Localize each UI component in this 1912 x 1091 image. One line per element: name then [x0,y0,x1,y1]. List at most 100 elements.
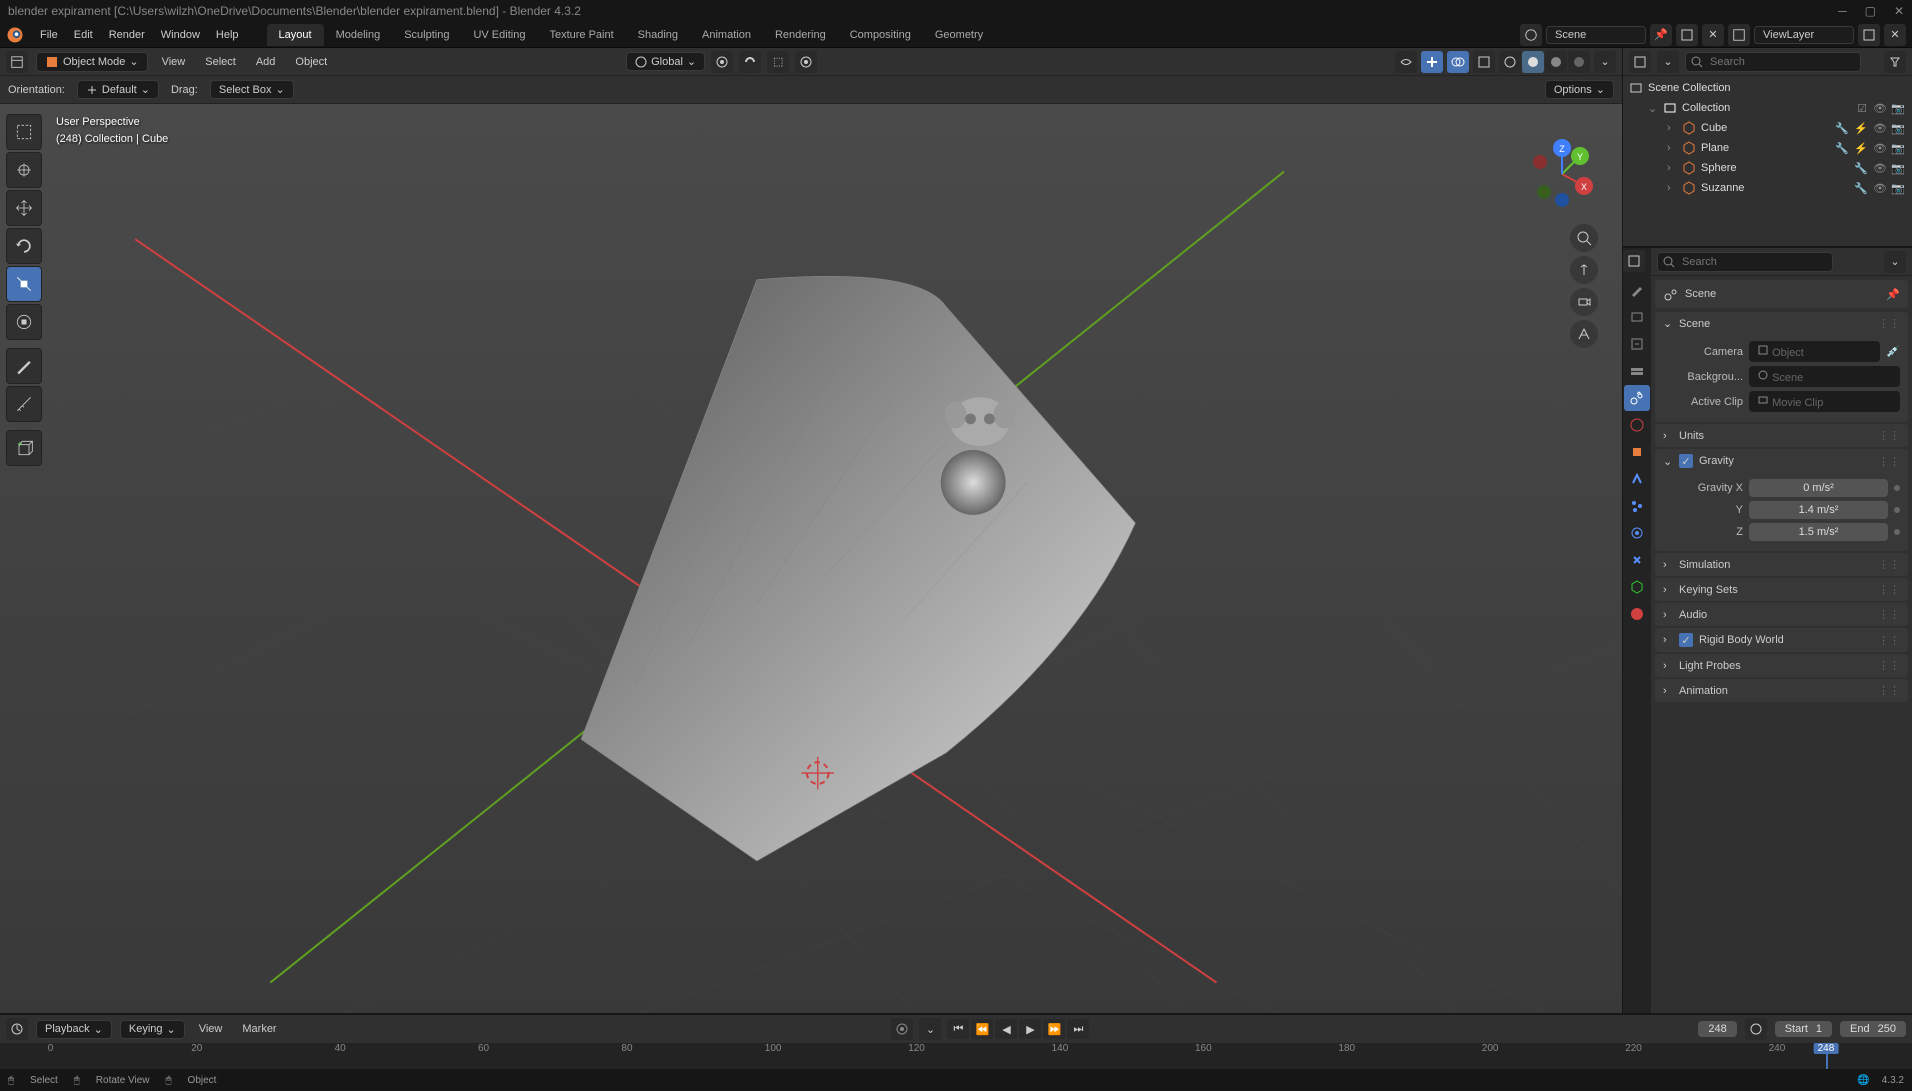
drag-handle-icon[interactable]: ⋮⋮ [1878,634,1900,647]
measure-tool[interactable] [6,386,42,422]
menu-render[interactable]: Render [101,25,153,45]
units-panel-header[interactable]: › Units ⋮⋮ [1655,424,1908,447]
options-dropdown[interactable]: Options ⌄ [1545,80,1614,99]
playback-dropdown[interactable]: Playback ⌄ [36,1020,112,1039]
drag-handle-icon[interactable]: ⋮⋮ [1878,659,1900,672]
world-tab[interactable] [1624,412,1650,438]
tab-geometry[interactable]: Geometry [923,24,995,46]
render-tab[interactable] [1624,304,1650,330]
wrench-icon[interactable]: 🔧 [1834,120,1850,136]
tab-sculpting[interactable]: Sculpting [392,24,461,46]
rendered-shading-icon[interactable] [1568,51,1590,73]
tree-collection[interactable]: ⌄ Collection ☑ 👁 📷 [1623,98,1912,118]
lock-range-icon[interactable] [1745,1018,1767,1040]
properties-search-input[interactable] [1657,252,1833,272]
orientation-value-dropdown[interactable]: Default ⌄ [77,80,159,99]
scene-tab[interactable] [1624,385,1650,411]
proportional-icon[interactable] [795,51,817,73]
scene-browse-icon[interactable] [1520,24,1542,46]
scale-tool[interactable] [6,266,42,302]
eye-icon[interactable]: 👁 [1872,180,1888,196]
gravity-y-field[interactable]: 1.4 m/s² [1749,501,1888,519]
wrench-icon[interactable]: 🔧 [1853,160,1869,176]
drag-handle-icon[interactable]: ⋮⋮ [1878,429,1900,442]
animate-dot-icon[interactable] [1894,507,1900,513]
tab-layout[interactable]: Layout [267,24,324,46]
keying-sets-panel-header[interactable]: › Keying Sets ⋮⋮ [1655,578,1908,601]
pin-scene-icon[interactable]: 📌 [1650,24,1672,46]
sphere-object[interactable] [941,450,1006,515]
timeline-type-icon[interactable] [6,1018,28,1040]
physics-tab[interactable] [1624,520,1650,546]
expand-toggle-icon[interactable]: › [1667,182,1679,194]
auto-key-icon[interactable] [891,1018,913,1040]
expand-toggle-icon[interactable]: › [1667,122,1679,134]
annotate-tool[interactable] [6,348,42,384]
background-field[interactable]: Scene [1749,366,1900,387]
drag-handle-icon[interactable]: ⋮⋮ [1878,317,1900,330]
animation-panel-header[interactable]: › Animation ⋮⋮ [1655,679,1908,702]
material-shading-icon[interactable] [1545,51,1567,73]
eye-icon[interactable]: 👁 [1872,160,1888,176]
rigid-body-checkbox[interactable]: ✓ [1679,633,1693,647]
simulation-panel-header[interactable]: › Simulation ⋮⋮ [1655,553,1908,576]
menu-edit[interactable]: Edit [66,25,101,45]
rigid-body-panel-header[interactable]: › ✓ Rigid Body World ⋮⋮ [1655,628,1908,652]
xray-icon[interactable] [1473,51,1495,73]
drag-handle-icon[interactable]: ⋮⋮ [1878,583,1900,596]
gizmo-toggle-icon[interactable] [1421,51,1443,73]
overlays-icon[interactable] [1447,51,1469,73]
view-menu[interactable]: View [156,54,192,70]
keying-dropdown[interactable]: Keying ⌄ [120,1020,185,1039]
jump-end-icon[interactable]: ⏭ [1067,1019,1089,1039]
viewlayer-browse-icon[interactable] [1728,24,1750,46]
rotate-tool[interactable] [6,228,42,264]
orientation-dropdown[interactable]: Global ⌄ [626,52,705,71]
tree-scene-collection[interactable]: Scene Collection [1623,78,1912,98]
eye-icon[interactable]: 👁 [1872,120,1888,136]
shading-options-icon[interactable]: ⌄ [1594,51,1616,73]
tool-tab[interactable] [1624,277,1650,303]
options-icon[interactable]: ⌄ [1884,251,1906,273]
mode-dropdown[interactable]: Object Mode ⌄ [36,52,148,72]
pivot-icon[interactable] [711,51,733,73]
gravity-panel-header[interactable]: ⌄ ✓ Gravity ⋮⋮ [1655,449,1908,473]
filter-icon[interactable] [1884,51,1906,73]
solid-shading-icon[interactable] [1522,51,1544,73]
audio-panel-header[interactable]: › Audio ⋮⋮ [1655,603,1908,626]
gravity-x-field[interactable]: 0 m/s² [1749,479,1888,497]
perspective-gizmo-icon[interactable] [1570,320,1598,348]
eye-icon[interactable]: 👁 [1872,140,1888,156]
menu-file[interactable]: File [32,25,66,45]
navigation-gizmo[interactable]: X Y Z [1522,134,1602,214]
tree-item-suzanne[interactable]: › Suzanne 🔧 👁 📷 [1623,178,1912,198]
render-icon[interactable]: 📷 [1890,180,1906,196]
add-cube-tool[interactable]: + [6,430,42,466]
outliner-type-icon[interactable] [1629,51,1651,73]
object-menu[interactable]: Object [289,54,333,70]
snap-target-icon[interactable]: ⬚ [767,51,789,73]
tab-shading[interactable]: Shading [626,24,690,46]
light-probes-panel-header[interactable]: › Light Probes ⋮⋮ [1655,654,1908,677]
zoom-gizmo-icon[interactable] [1570,224,1598,252]
scene-name-input[interactable] [1546,26,1646,44]
new-scene-icon[interactable] [1676,24,1698,46]
tree-item-cube[interactable]: › Cube 🔧 ⚡ 👁 📷 [1623,118,1912,138]
key-options-icon[interactable]: ⌄ [919,1018,941,1040]
3d-viewport[interactable]: User Perspective (248) Collection | Cube… [0,104,1622,1013]
gravity-checkbox[interactable]: ✓ [1679,454,1693,468]
play-reverse-icon[interactable]: ◀ [995,1019,1017,1039]
transform-tool[interactable] [6,304,42,340]
pin-icon[interactable]: 📌 [1886,288,1900,301]
drag-handle-icon[interactable]: ⋮⋮ [1878,608,1900,621]
scene-panel-header[interactable]: ⌄ Scene ⋮⋮ [1655,312,1908,335]
tab-compositing[interactable]: Compositing [838,24,923,46]
drag-handle-icon[interactable]: ⋮⋮ [1878,455,1900,468]
render-icon[interactable]: 📷 [1890,160,1906,176]
keyframe-prev-icon[interactable]: ⏪ [971,1019,993,1039]
expand-toggle-icon[interactable]: ⌄ [1648,102,1660,115]
menu-help[interactable]: Help [208,25,247,45]
play-icon[interactable]: ▶ [1019,1019,1041,1039]
tab-uv-editing[interactable]: UV Editing [461,24,537,46]
particles-tab[interactable] [1624,493,1650,519]
